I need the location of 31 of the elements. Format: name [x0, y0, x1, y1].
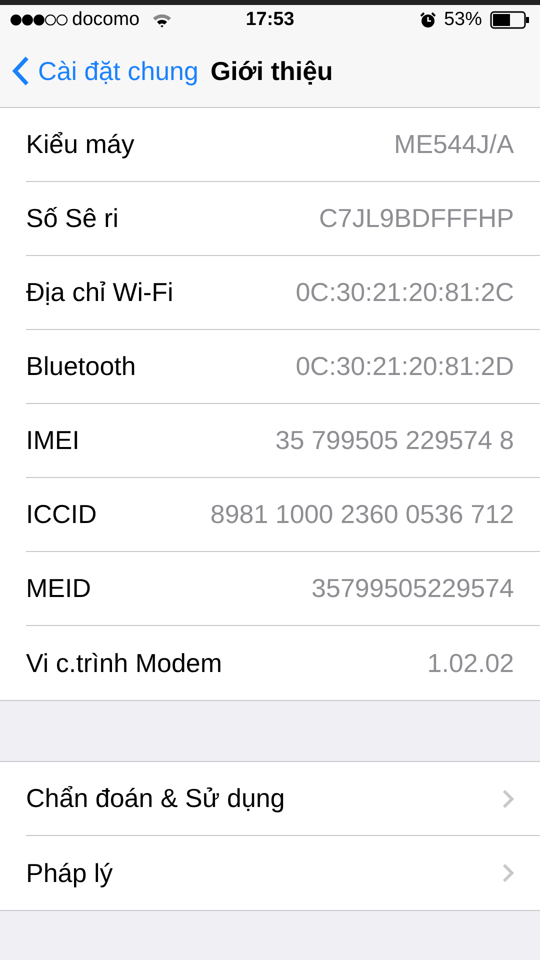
chevron-icon: [502, 863, 514, 883]
back-chevron-icon: [12, 55, 30, 87]
carrier-name: docomo: [72, 8, 140, 32]
row-label: Chẩn đoán & Sử dụng: [26, 782, 285, 815]
row-value: C7JL9BDFFFHP: [318, 202, 514, 235]
row-label: IMEI: [26, 424, 80, 457]
row-label: Bluetooth: [26, 350, 136, 383]
row-value: 1.02.02: [427, 646, 514, 680]
battery-icon: [490, 11, 530, 29]
row-value: 35799505229574: [312, 572, 514, 605]
battery-percent: 53%: [444, 8, 482, 32]
wifi-icon: [152, 12, 172, 28]
row-label: ICCID: [26, 498, 97, 531]
chevron-icon: [502, 788, 514, 808]
alarm-icon: [420, 12, 436, 28]
row-value: ME544J/A: [394, 128, 514, 161]
row-label: Địa chỉ Wi-Fi: [26, 276, 174, 309]
row-label: Số Sê ri: [26, 202, 118, 235]
row-label: MEID: [26, 572, 91, 605]
row-label: Kiểu máy: [26, 128, 134, 161]
signal-icon: [10, 14, 68, 26]
row-label: Pháp lý: [26, 856, 113, 890]
row-value: 8981 1000 2360 0536 712: [210, 498, 514, 531]
settings-row[interactable]: Pháp lý: [0, 836, 540, 910]
settings-row[interactable]: Chẩn đoán & Sử dụng: [0, 762, 540, 836]
page-title: Giới thiệu: [210, 54, 333, 88]
row-label: Vi c.trình Modem: [26, 646, 222, 680]
clock-time: 17:53: [246, 8, 294, 32]
row-value: 35 799505 229574 8: [275, 424, 514, 457]
row-value: 0C:30:21:20:81:2D: [296, 350, 514, 383]
row-value: 0C:30:21:20:81:2C: [296, 276, 514, 309]
